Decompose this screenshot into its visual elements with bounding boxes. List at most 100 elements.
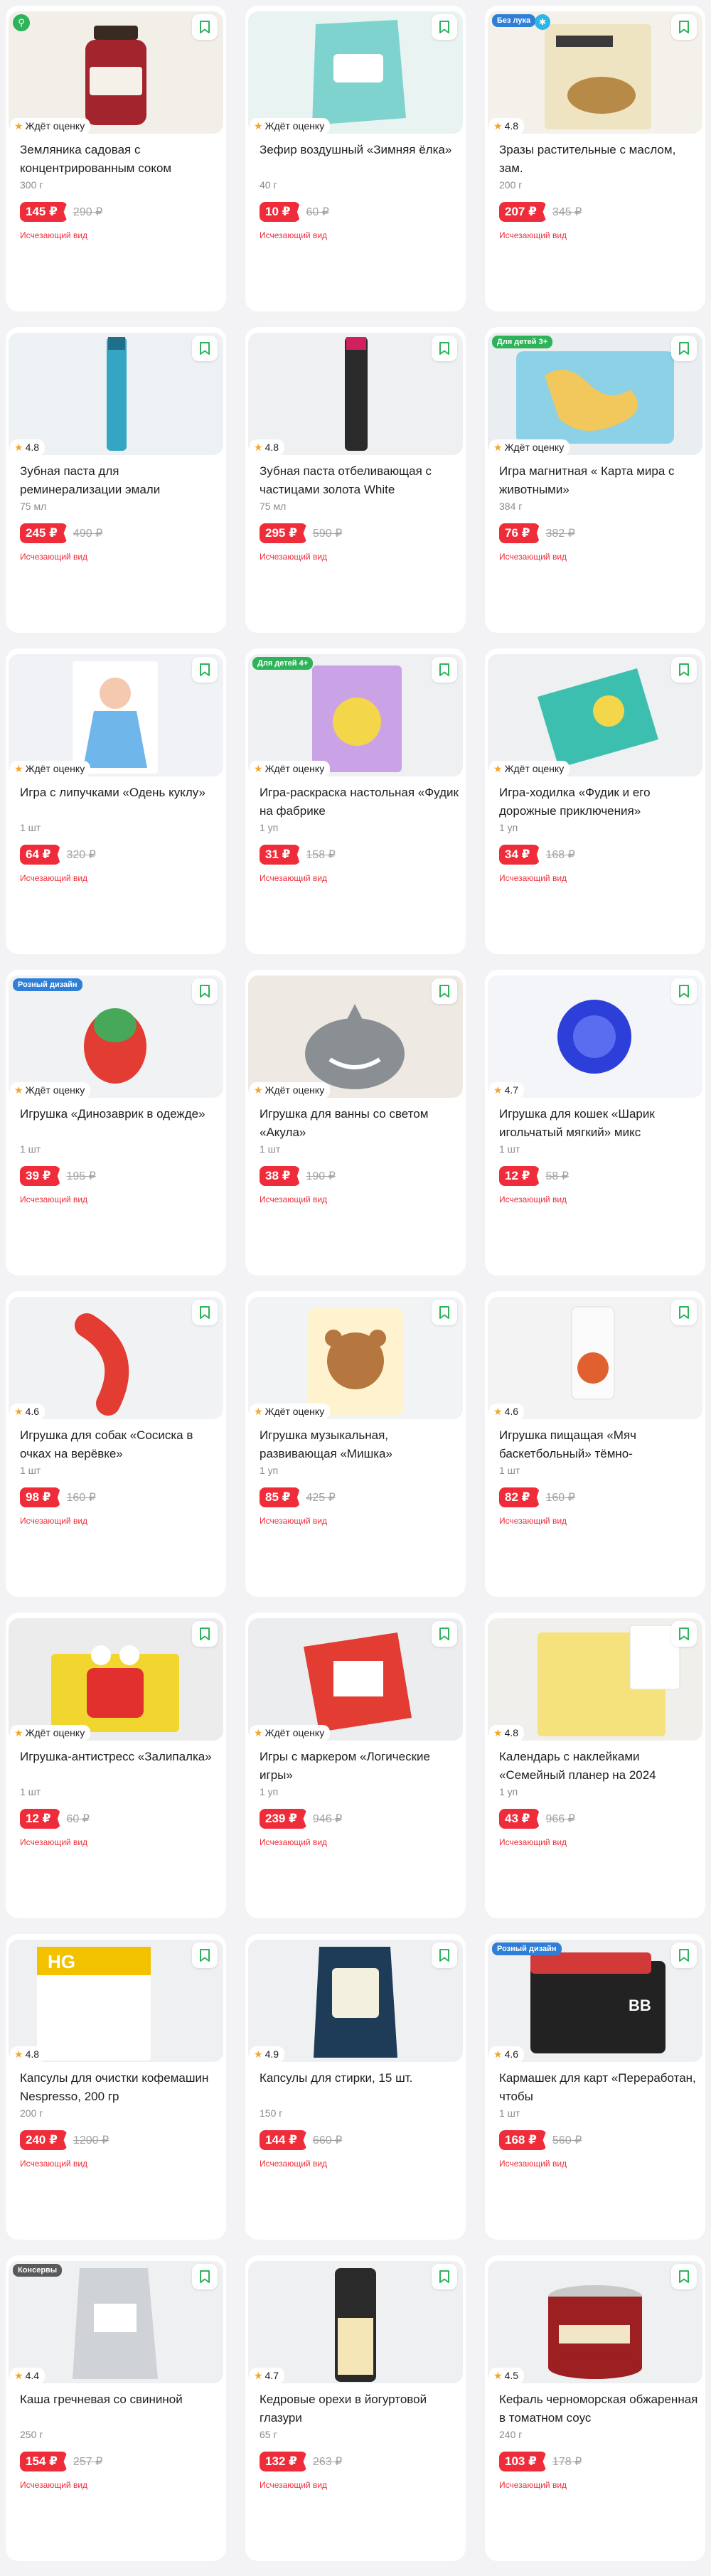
product-image[interactable] <box>9 976 223 1098</box>
bookmark-button[interactable] <box>671 2264 697 2289</box>
product-image[interactable] <box>9 1618 223 1741</box>
bookmark-button[interactable] <box>432 1300 457 1325</box>
product-image[interactable] <box>248 976 463 1098</box>
product-title[interactable]: Зефир воздушный «Зимняя ёлка» <box>260 141 459 159</box>
product-image[interactable] <box>248 1618 463 1741</box>
product-title[interactable]: Игрушка пищащая «Мяч баскетбольный» тёмн… <box>499 1426 698 1463</box>
bookmark-button[interactable] <box>192 1300 218 1325</box>
bookmark-button[interactable] <box>192 978 218 1004</box>
bookmark-button[interactable] <box>192 14 218 40</box>
product-image[interactable] <box>9 654 223 776</box>
product-card[interactable]: ★ 4.8 Календарь с наклейками «Семейный пла… <box>485 1613 705 1918</box>
product-title[interactable]: Игра-ходилка «Фудик и его дорожные прикл… <box>499 784 698 821</box>
bookmark-button[interactable] <box>432 2264 457 2289</box>
product-title[interactable]: Кармашек для карт «Переработан, чтобы <box>499 2069 698 2106</box>
product-card[interactable]: ★ 4.6 Игрушка для собак «Сосиска в очках н… <box>6 1291 226 1597</box>
bookmark-button[interactable] <box>432 336 457 361</box>
product-card[interactable]: ★ Ждёт оценку Игрушка музыкальная, развива… <box>245 1291 466 1597</box>
product-title[interactable]: Кефаль черноморская обжаренная в томатно… <box>499 2390 698 2427</box>
product-card[interactable]: ★ 4.5 Кефаль черноморская обжаренная в том… <box>485 2255 705 2561</box>
product-title[interactable]: Зразы растительные с маслом, зам. <box>499 141 698 178</box>
product-title[interactable]: Зубная паста для реминерализации эмали <box>20 462 219 499</box>
bookmark-button[interactable] <box>192 657 218 683</box>
bookmark-button[interactable] <box>432 1942 457 1968</box>
product-title[interactable]: Земляника садовая с концентрированным со… <box>20 141 219 178</box>
product-title[interactable]: Зубная паста отбеливающая с частицами зо… <box>260 462 459 499</box>
product-image[interactable]: BB <box>488 1940 702 2062</box>
product-card[interactable]: ★ Ждёт оценку Игрушка-антистресс «Залипалк… <box>6 1613 226 1918</box>
product-card[interactable]: ★ 4.7 Кедровые орехи в йогуртовой глазури 6… <box>245 2255 466 2561</box>
product-title[interactable]: Игрушка для ванны со светом «Акула» <box>260 1105 459 1142</box>
product-image[interactable] <box>248 2261 463 2383</box>
product-image[interactable] <box>248 654 463 776</box>
bookmark-button[interactable] <box>192 1942 218 1968</box>
product-title[interactable]: Календарь с наклейками «Семейный планер … <box>499 1748 698 1785</box>
bookmark-button[interactable] <box>671 1621 697 1647</box>
product-image[interactable] <box>248 1940 463 2062</box>
product-title[interactable]: Кедровые орехи в йогуртовой глазури <box>260 2390 459 2427</box>
bookmark-button[interactable] <box>192 1621 218 1647</box>
bookmark-button[interactable] <box>671 1300 697 1325</box>
old-price: 160 ₽ <box>545 1492 575 1504</box>
product-image[interactable] <box>488 333 702 455</box>
bookmark-button[interactable] <box>671 336 697 361</box>
product-image[interactable] <box>488 654 702 776</box>
bookmark-button[interactable] <box>432 14 457 40</box>
product-card[interactable]: ⚲ ★ Ждёт оценку Земляника садовая с концент… <box>6 6 226 311</box>
product-image[interactable] <box>248 1297 463 1419</box>
stock-note: Исчезающий вид <box>260 2159 328 2169</box>
product-card[interactable]: ★ Ждёт оценку Игрушка для ванны со светом … <box>245 970 466 1276</box>
product-image[interactable] <box>9 1297 223 1419</box>
bookmark-icon <box>679 1306 689 1319</box>
product-card[interactable]: Розный дизайн ★ Ждёт оценку Игрушка «Диноза… <box>6 970 226 1276</box>
product-title[interactable]: Игрушка «Динозаврик в одежде» <box>20 1105 219 1123</box>
bookmark-button[interactable] <box>432 978 457 1004</box>
product-image[interactable]: HG <box>9 1940 223 2062</box>
product-image[interactable] <box>488 1618 702 1741</box>
product-card[interactable]: ★ Ждёт оценку Игры с маркером «Логические … <box>245 1613 466 1918</box>
product-image[interactable] <box>248 333 463 455</box>
product-card[interactable]: Для детей 3+ ★ Ждёт оценку Игра магнитная «… <box>485 327 705 633</box>
product-card[interactable]: ★ 4.9 Капсулы для стирки, 15 шт. 150 г 144 ₽… <box>245 1934 466 2240</box>
price-row: 295 ₽ 590 ₽ <box>260 523 342 543</box>
product-card[interactable]: Для детей 4+ ★ Ждёт оценку Игра-раскраска н… <box>245 648 466 954</box>
bookmark-button[interactable] <box>671 978 697 1004</box>
product-card[interactable]: BB Розный дизайн ★ 4.6 Кармашек для карт «Пе… <box>485 1934 705 2240</box>
product-card[interactable]: ★ 4.7 Игрушка для кошек «Шарик игольчатый … <box>485 970 705 1276</box>
product-title[interactable]: Игра с липучками «Одень куклу» <box>20 784 219 802</box>
bookmark-button[interactable] <box>432 1621 457 1647</box>
product-image[interactable] <box>9 2261 223 2383</box>
product-card[interactable]: ★ 4.6 Игрушка пищащая «Мяч баскетбольный» … <box>485 1291 705 1597</box>
product-title[interactable]: Игрушка для собак «Сосиска в очках на ве… <box>20 1426 219 1463</box>
product-image[interactable] <box>488 2261 702 2383</box>
product-image[interactable] <box>488 976 702 1098</box>
bookmark-button[interactable] <box>671 14 697 40</box>
bookmark-button[interactable] <box>432 657 457 683</box>
product-card[interactable]: ★ Ждёт оценку Игра-ходилка «Фудик и его до… <box>485 648 705 954</box>
product-image[interactable] <box>248 11 463 134</box>
bookmark-button[interactable] <box>671 657 697 683</box>
product-title[interactable]: Капсулы для стирки, 15 шт. <box>260 2069 459 2088</box>
bookmark-button[interactable] <box>192 2264 218 2289</box>
product-image[interactable] <box>488 11 702 134</box>
product-card[interactable]: HG ★ 4.8 Капсулы для очистки кофемашин Nesp… <box>6 1934 226 2240</box>
product-title[interactable]: Каша гречневая со свининой <box>20 2390 219 2409</box>
product-card[interactable]: Консервы ★ 4.4 Каша гречневая со свининой 25… <box>6 2255 226 2561</box>
product-image[interactable] <box>9 333 223 455</box>
product-image[interactable] <box>488 1297 702 1419</box>
product-card[interactable]: Без лука ✱ ★ 4.8 Зразы растительные с маслом… <box>485 6 705 311</box>
product-card[interactable]: ★ Ждёт оценку Игра с липучками «Одень кукл… <box>6 648 226 954</box>
product-card[interactable]: ★ 4.8 Зубная паста отбеливающая с частицам… <box>245 327 466 633</box>
product-card[interactable]: ★ 4.8 Зубная паста для реминерализации эма… <box>6 327 226 633</box>
product-title[interactable]: Игрушка для кошек «Шарик игольчатый мягк… <box>499 1105 698 1142</box>
bookmark-button[interactable] <box>192 336 218 361</box>
product-title[interactable]: Капсулы для очистки кофемашин Nespresso,… <box>20 2069 219 2106</box>
product-card[interactable]: ★ Ждёт оценку Зефир воздушный «Зимняя ёлка… <box>245 6 466 311</box>
product-title[interactable]: Игры с маркером «Логические игры» <box>260 1748 459 1785</box>
bookmark-button[interactable] <box>671 1942 697 1968</box>
product-image[interactable] <box>9 11 223 134</box>
product-title[interactable]: Игрушка-антистресс «Залипалка» <box>20 1748 219 1766</box>
product-title[interactable]: Игрушка музыкальная, развивающая «Мишка» <box>260 1426 459 1463</box>
product-title[interactable]: Игра магнитная « Карта мира с животными» <box>499 462 698 499</box>
product-title[interactable]: Игра-раскраска настольная «Фудик на фабр… <box>260 784 459 821</box>
